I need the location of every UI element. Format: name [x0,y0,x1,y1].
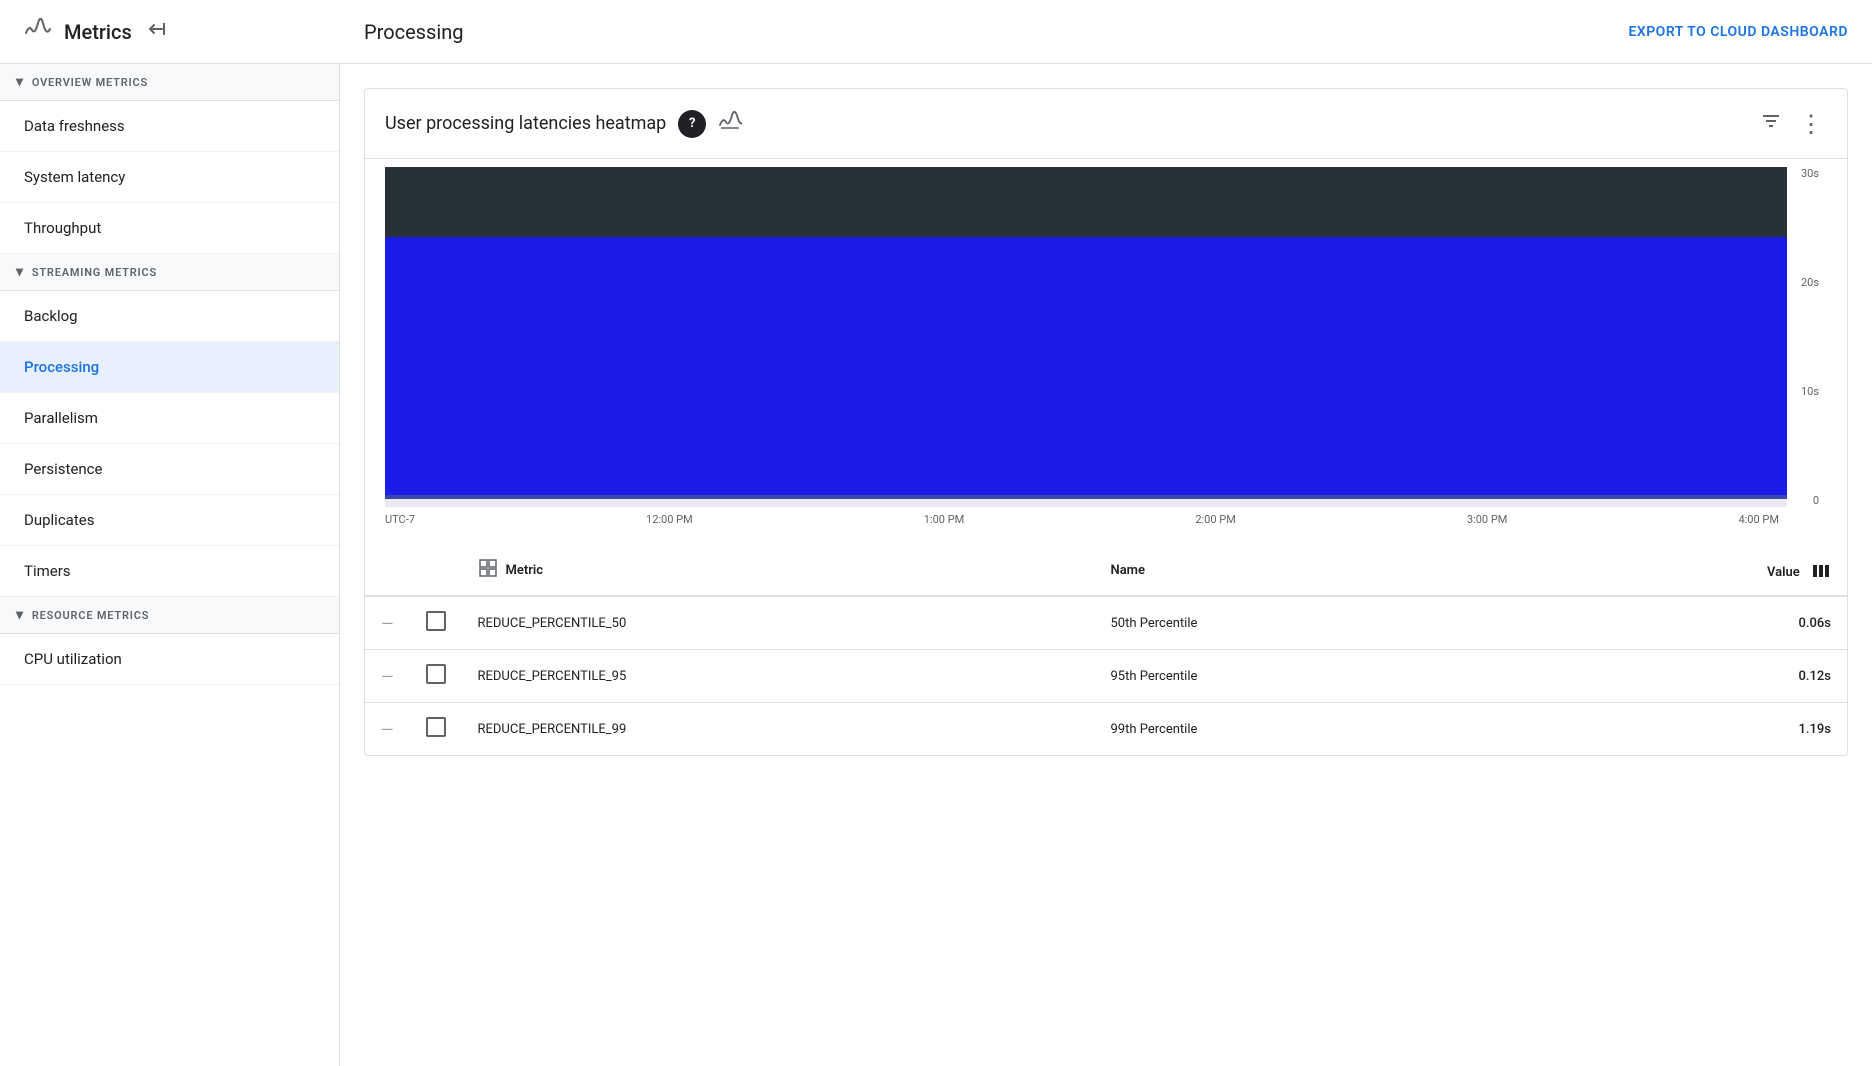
row-value-p99: 1.19s [1511,703,1847,756]
card-title-group: User processing latencies heatmap ? [385,109,742,138]
row-metric-p99: REDUCE_PERCENTILE_99 [462,703,1095,756]
bars-icon[interactable] [1811,560,1831,581]
main-content: User processing latencies heatmap ? [340,64,1872,1066]
y-label-10s: 10s [1795,385,1819,398]
overview-section-label: OVERVIEW METRICS [32,76,148,89]
x-label-4pm: 4:00 PM [1738,513,1778,526]
x-label-1pm: 1:00 PM [924,513,964,526]
th-value: Value [1511,546,1847,596]
sidebar-item-system-latency[interactable]: System latency [0,152,339,203]
metrics-wave-icon[interactable] [718,109,742,138]
table-row: — REDUCE_PERCENTILE_99 99th Percentile 1… [365,703,1847,756]
row-name-p99: 99th Percentile [1095,703,1511,756]
row-checkbox-p50[interactable] [410,596,462,650]
more-options-icon[interactable]: ⋮ [1795,106,1827,142]
row-value-p50: 0.06s [1511,596,1847,650]
header-left: Metrics [24,15,168,49]
metrics-table: Metric Name Value [365,546,1847,755]
main-layout: ▾ OVERVIEW METRICS Data freshness System… [0,64,1872,1066]
row-name-p95: 95th Percentile [1095,650,1511,703]
sidebar-item-backlog[interactable]: Backlog [0,291,339,342]
x-label-12pm: 12:00 PM [646,513,693,526]
y-label-0s: 0 [1795,494,1819,507]
metrics-table-container: Metric Name Value [365,546,1847,755]
x-label-3pm: 3:00 PM [1467,513,1507,526]
streaming-chevron-icon: ▾ [16,264,24,280]
th-metric-label: Metric [506,563,544,578]
row-name-p50: 50th Percentile [1095,596,1511,650]
row-dash-p50: — [365,596,410,650]
th-checkbox [410,546,462,596]
chart-container: 30s 20s 10s 0 UTC-7 12:00 PM 1:00 PM 2:0… [365,167,1847,546]
sidebar-item-cpu-utilization[interactable]: CPU utilization [0,634,339,685]
overview-chevron-icon: ▾ [16,74,24,90]
x-label-2pm: 2:00 PM [1195,513,1235,526]
sidebar-item-data-freshness[interactable]: Data freshness [0,101,339,152]
card-header: User processing latencies heatmap ? [365,89,1847,159]
sidebar-item-timers[interactable]: Timers [0,546,339,597]
row-checkbox-p95[interactable] [410,650,462,703]
app-title: Metrics [64,20,132,44]
heatmap-svg [385,167,1787,507]
resource-chevron-icon: ▾ [16,607,24,623]
sidebar-item-processing[interactable]: Processing [0,342,339,393]
collapse-icon[interactable] [144,17,168,46]
sidebar-section-overview[interactable]: ▾ OVERVIEW METRICS [0,64,339,101]
row-metric-p95: REDUCE_PERCENTILE_95 [462,650,1095,703]
table-row: — REDUCE_PERCENTILE_95 95th Percentile 0… [365,650,1847,703]
th-dash [365,546,410,596]
table-row: — REDUCE_PERCENTILE_50 50th Percentile 0… [365,596,1847,650]
app-header: Metrics Processing EXPORT TO CLOUD DASHB… [0,0,1872,64]
chart-title: User processing latencies heatmap [385,113,666,134]
sidebar-item-parallelism[interactable]: Parallelism [0,393,339,444]
x-label-utc: UTC-7 [385,513,415,526]
sidebar: ▾ OVERVIEW METRICS Data freshness System… [0,64,340,1066]
streaming-section-label: STREAMING METRICS [32,266,157,279]
row-metric-p50: REDUCE_PERCENTILE_50 [462,596,1095,650]
row-dash-p99: — [365,703,410,756]
card-actions: ⋮ [1755,105,1827,142]
y-axis-labels: 30s 20s 10s 0 [1787,167,1827,507]
th-metric-group: Metric [478,558,1079,583]
app-logo-icon [24,15,52,49]
row-checkbox-p99[interactable] [410,703,462,756]
x-axis-labels: UTC-7 12:00 PM 1:00 PM 2:00 PM 3:00 PM 4… [385,507,1827,526]
sidebar-section-streaming[interactable]: ▾ STREAMING METRICS [0,254,339,291]
page-title: Processing [364,20,463,44]
sidebar-item-throughput[interactable]: Throughput [0,203,339,254]
th-metric: Metric [462,546,1095,596]
sidebar-item-duplicates[interactable]: Duplicates [0,495,339,546]
help-icon[interactable]: ? [678,110,706,138]
filter-icon[interactable] [1755,105,1787,142]
sidebar-item-persistence[interactable]: Persistence [0,444,339,495]
sidebar-section-resource[interactable]: ▾ RESOURCE METRICS [0,597,339,634]
chart-area [385,167,1787,507]
y-label-30s: 30s [1795,167,1819,180]
export-button[interactable]: EXPORT TO CLOUD DASHBOARD [1628,24,1848,40]
row-value-p95: 0.12s [1511,650,1847,703]
th-name: Name [1095,546,1511,596]
chart-wrapper: 30s 20s 10s 0 [385,167,1827,507]
row-dash-p95: — [365,650,410,703]
resource-section-label: RESOURCE METRICS [32,609,149,622]
grid-icon [478,558,498,583]
heatmap-card: User processing latencies heatmap ? [364,88,1848,756]
y-label-20s: 20s [1795,276,1819,289]
